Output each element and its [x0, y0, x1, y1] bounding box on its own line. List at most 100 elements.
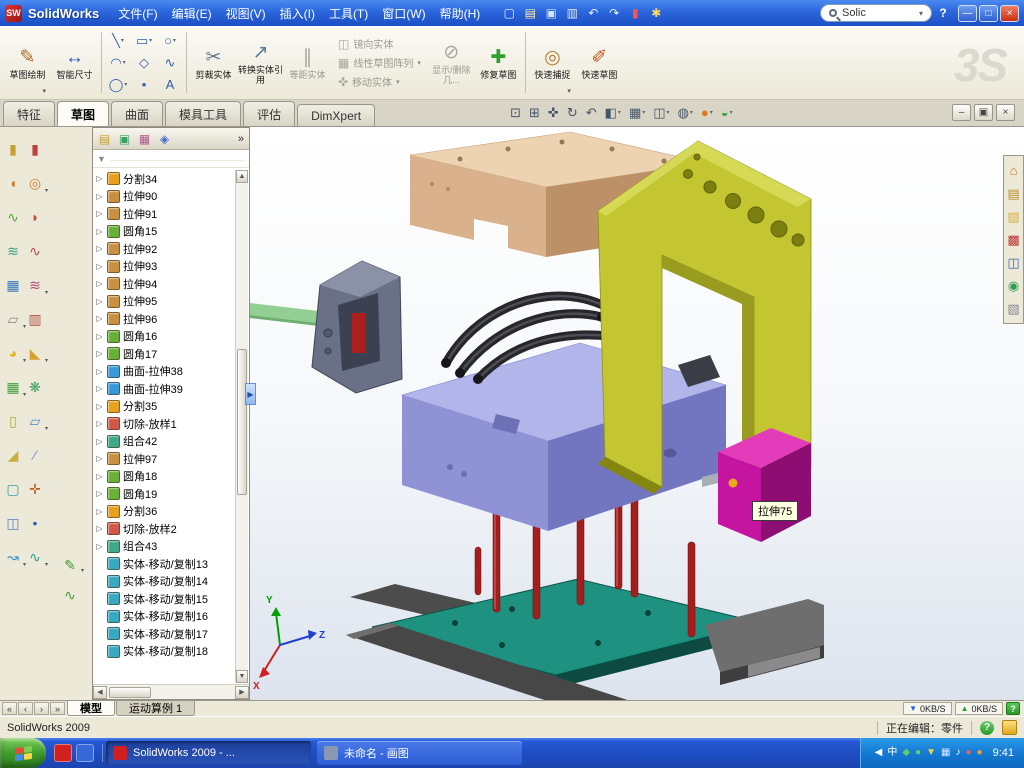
scroll-up-icon[interactable]: ▲: [236, 170, 248, 183]
custom-properties-icon[interactable]: ◉: [1004, 274, 1023, 297]
tree-item[interactable]: ▷ 分割36: [95, 503, 234, 521]
rectangle-tool-icon[interactable]: ▭▾: [131, 30, 157, 52]
expand-arrow-icon[interactable]: ▷: [95, 524, 104, 533]
extruded-boss-icon[interactable]: ▮: [2, 132, 24, 166]
circular-pattern-icon[interactable]: ❋: [24, 370, 46, 404]
revolved-boss-icon[interactable]: ◖: [2, 166, 24, 200]
expand-arrow-icon[interactable]: ▷: [95, 419, 104, 428]
save-icon[interactable]: ▣: [541, 3, 561, 23]
smart-dimension-button[interactable]: ↔ 智能尺寸: [51, 29, 98, 96]
repair-sketch-button[interactable]: ✚ 修复草图: [475, 29, 522, 96]
tree-item[interactable]: ▷ 组合42: [95, 433, 234, 451]
filter-input[interactable]: [110, 157, 245, 161]
tree-item[interactable]: ▷ 拉伸91: [95, 205, 234, 223]
draft-icon[interactable]: ◢: [2, 438, 24, 472]
menu-item-5[interactable]: 窗口(W): [375, 2, 432, 25]
doc-minimize-button[interactable]: –: [952, 104, 971, 121]
tree-horizontal-scrollbar[interactable]: ◀ ▶: [93, 684, 249, 699]
tree-item[interactable]: ▷ 切除-放样1: [95, 415, 234, 433]
tree-flyout-arrow[interactable]: ▶: [245, 383, 256, 405]
expand-arrow-icon[interactable]: ▷: [95, 507, 104, 516]
rebuild-icon[interactable]: ▮: [625, 3, 645, 23]
tray-download-icon[interactable]: ▼: [926, 748, 936, 758]
line-tool-icon[interactable]: ╲▾: [105, 30, 131, 52]
tab-特征[interactable]: 特征: [3, 101, 55, 126]
expand-arrow-icon[interactable]: ▷: [95, 174, 104, 183]
tree-item[interactable]: ▷ 切除-放样2: [95, 520, 234, 538]
menu-item-4[interactable]: 工具(T): [322, 2, 375, 25]
tree-item[interactable]: ▷ 曲面-拉伸38: [95, 363, 234, 381]
tree-item[interactable]: 实体-移动/复制13: [95, 555, 234, 573]
tray-security-icon[interactable]: ●: [965, 748, 971, 758]
tree-item[interactable]: ▷ 拉伸94: [95, 275, 234, 293]
hide-show-items-icon[interactable]: ◍▾: [675, 103, 696, 122]
shell-icon[interactable]: ▢: [2, 472, 24, 506]
tab-评估[interactable]: 评估: [243, 101, 295, 126]
tree-header-chevron[interactable]: »: [238, 133, 247, 145]
tab-nav-1[interactable]: ‹: [18, 702, 33, 715]
search-box[interactable]: Solic ▾: [820, 4, 932, 22]
tray-antivirus-icon[interactable]: ◆: [902, 748, 910, 758]
expand-arrow-icon[interactable]: ▷: [95, 472, 104, 481]
scroll-left-icon[interactable]: ◀: [93, 686, 107, 699]
close-button[interactable]: ×: [1000, 5, 1019, 22]
redo-icon[interactable]: ↷: [604, 3, 624, 23]
expand-arrow-icon[interactable]: ▷: [95, 227, 104, 236]
trim-entities-button[interactable]: ✂ 剪裁实体: [190, 29, 237, 96]
propertymanager-tab-icon[interactable]: ▣: [115, 130, 134, 148]
polygon-tool-icon[interactable]: ◇: [131, 52, 157, 74]
curves-icon[interactable]: ↝ ▾: [2, 540, 24, 574]
reference-point-icon[interactable]: •: [24, 506, 46, 540]
tray-network-icon[interactable]: ▦: [941, 748, 950, 758]
zoom-area-icon[interactable]: ⊞: [526, 103, 543, 122]
quick-launch-solidworks-icon[interactable]: [54, 744, 72, 762]
expand-arrow-icon[interactable]: ▷: [95, 384, 104, 393]
tree-item[interactable]: ▷ 曲面-拉伸39: [95, 380, 234, 398]
reference-geometry-icon[interactable]: ▱ ▾: [2, 302, 24, 336]
zoom-fit-icon[interactable]: ⊡: [507, 103, 524, 122]
tray-update-icon[interactable]: ●: [977, 748, 983, 758]
tree-item[interactable]: ▷ 拉伸96: [95, 310, 234, 328]
doc-restore-button[interactable]: ▣: [974, 104, 993, 121]
tree-item[interactable]: 实体-移动/复制16: [95, 608, 234, 626]
scroll-track[interactable]: [236, 183, 248, 670]
spline-tool-icon[interactable]: ∿: [157, 52, 183, 74]
search-caret-icon[interactable]: ▾: [919, 9, 923, 18]
view-orientation-icon[interactable]: ▦▾: [626, 103, 648, 122]
menu-item-2[interactable]: 视图(V): [219, 2, 273, 25]
chamfer-icon[interactable]: ◣ ▾: [24, 336, 46, 370]
expand-arrow-icon[interactable]: ▷: [95, 314, 104, 323]
fillet-icon[interactable]: ◕ ▾: [2, 336, 24, 370]
tree-item[interactable]: ▷ 拉伸93: [95, 258, 234, 276]
scroll-down-icon[interactable]: ▼: [236, 670, 248, 683]
task-button-paint[interactable]: 未命名 - 画图: [317, 741, 522, 765]
lofted-boss-icon[interactable]: ≋: [2, 234, 24, 268]
mirror-feature-icon[interactable]: ◫: [2, 506, 24, 540]
tree-item[interactable]: ▷ 拉伸90: [95, 188, 234, 206]
helix-icon[interactable]: ∿ ▾: [24, 540, 46, 574]
sketch-flyout-icon[interactable]: ✎ ▾: [58, 550, 82, 580]
rib-icon[interactable]: ▯: [2, 404, 24, 438]
tab-草图[interactable]: 草图: [57, 101, 109, 126]
maximize-button[interactable]: □: [979, 5, 998, 22]
quick-launch-internet-icon[interactable]: [76, 744, 94, 762]
viewport-canvas[interactable]: Y X Z: [250, 127, 1024, 700]
arc-tool-icon[interactable]: ◠▾: [105, 52, 131, 74]
expand-arrow-icon[interactable]: ▷: [95, 489, 104, 498]
extruded-cut-icon[interactable]: ▮: [24, 132, 46, 166]
expand-arrow-icon[interactable]: ▷: [95, 542, 104, 551]
tray-volume-icon[interactable]: ♪: [955, 748, 960, 758]
tree-item[interactable]: ▷ 拉伸92: [95, 240, 234, 258]
tree-item[interactable]: ▷ 拉伸95: [95, 293, 234, 311]
tree-item[interactable]: ▷ 分割34: [95, 170, 234, 188]
model-core-block[interactable]: [402, 343, 730, 531]
tree-item[interactable]: ▷ 圆角18: [95, 468, 234, 486]
menu-item-3[interactable]: 插入(I): [273, 2, 322, 25]
section-view-icon[interactable]: ◧▾: [602, 103, 624, 122]
coordinate-system-icon[interactable]: ✛: [24, 472, 46, 506]
tray-ime-icon[interactable]: 中: [887, 748, 897, 758]
file-explorer-icon[interactable]: ▨: [1004, 205, 1023, 228]
tab-nav-0[interactable]: «: [2, 702, 17, 715]
net-help-icon[interactable]: ?: [1006, 702, 1020, 715]
reference-plane-icon[interactable]: ▱ ▾: [24, 404, 46, 438]
